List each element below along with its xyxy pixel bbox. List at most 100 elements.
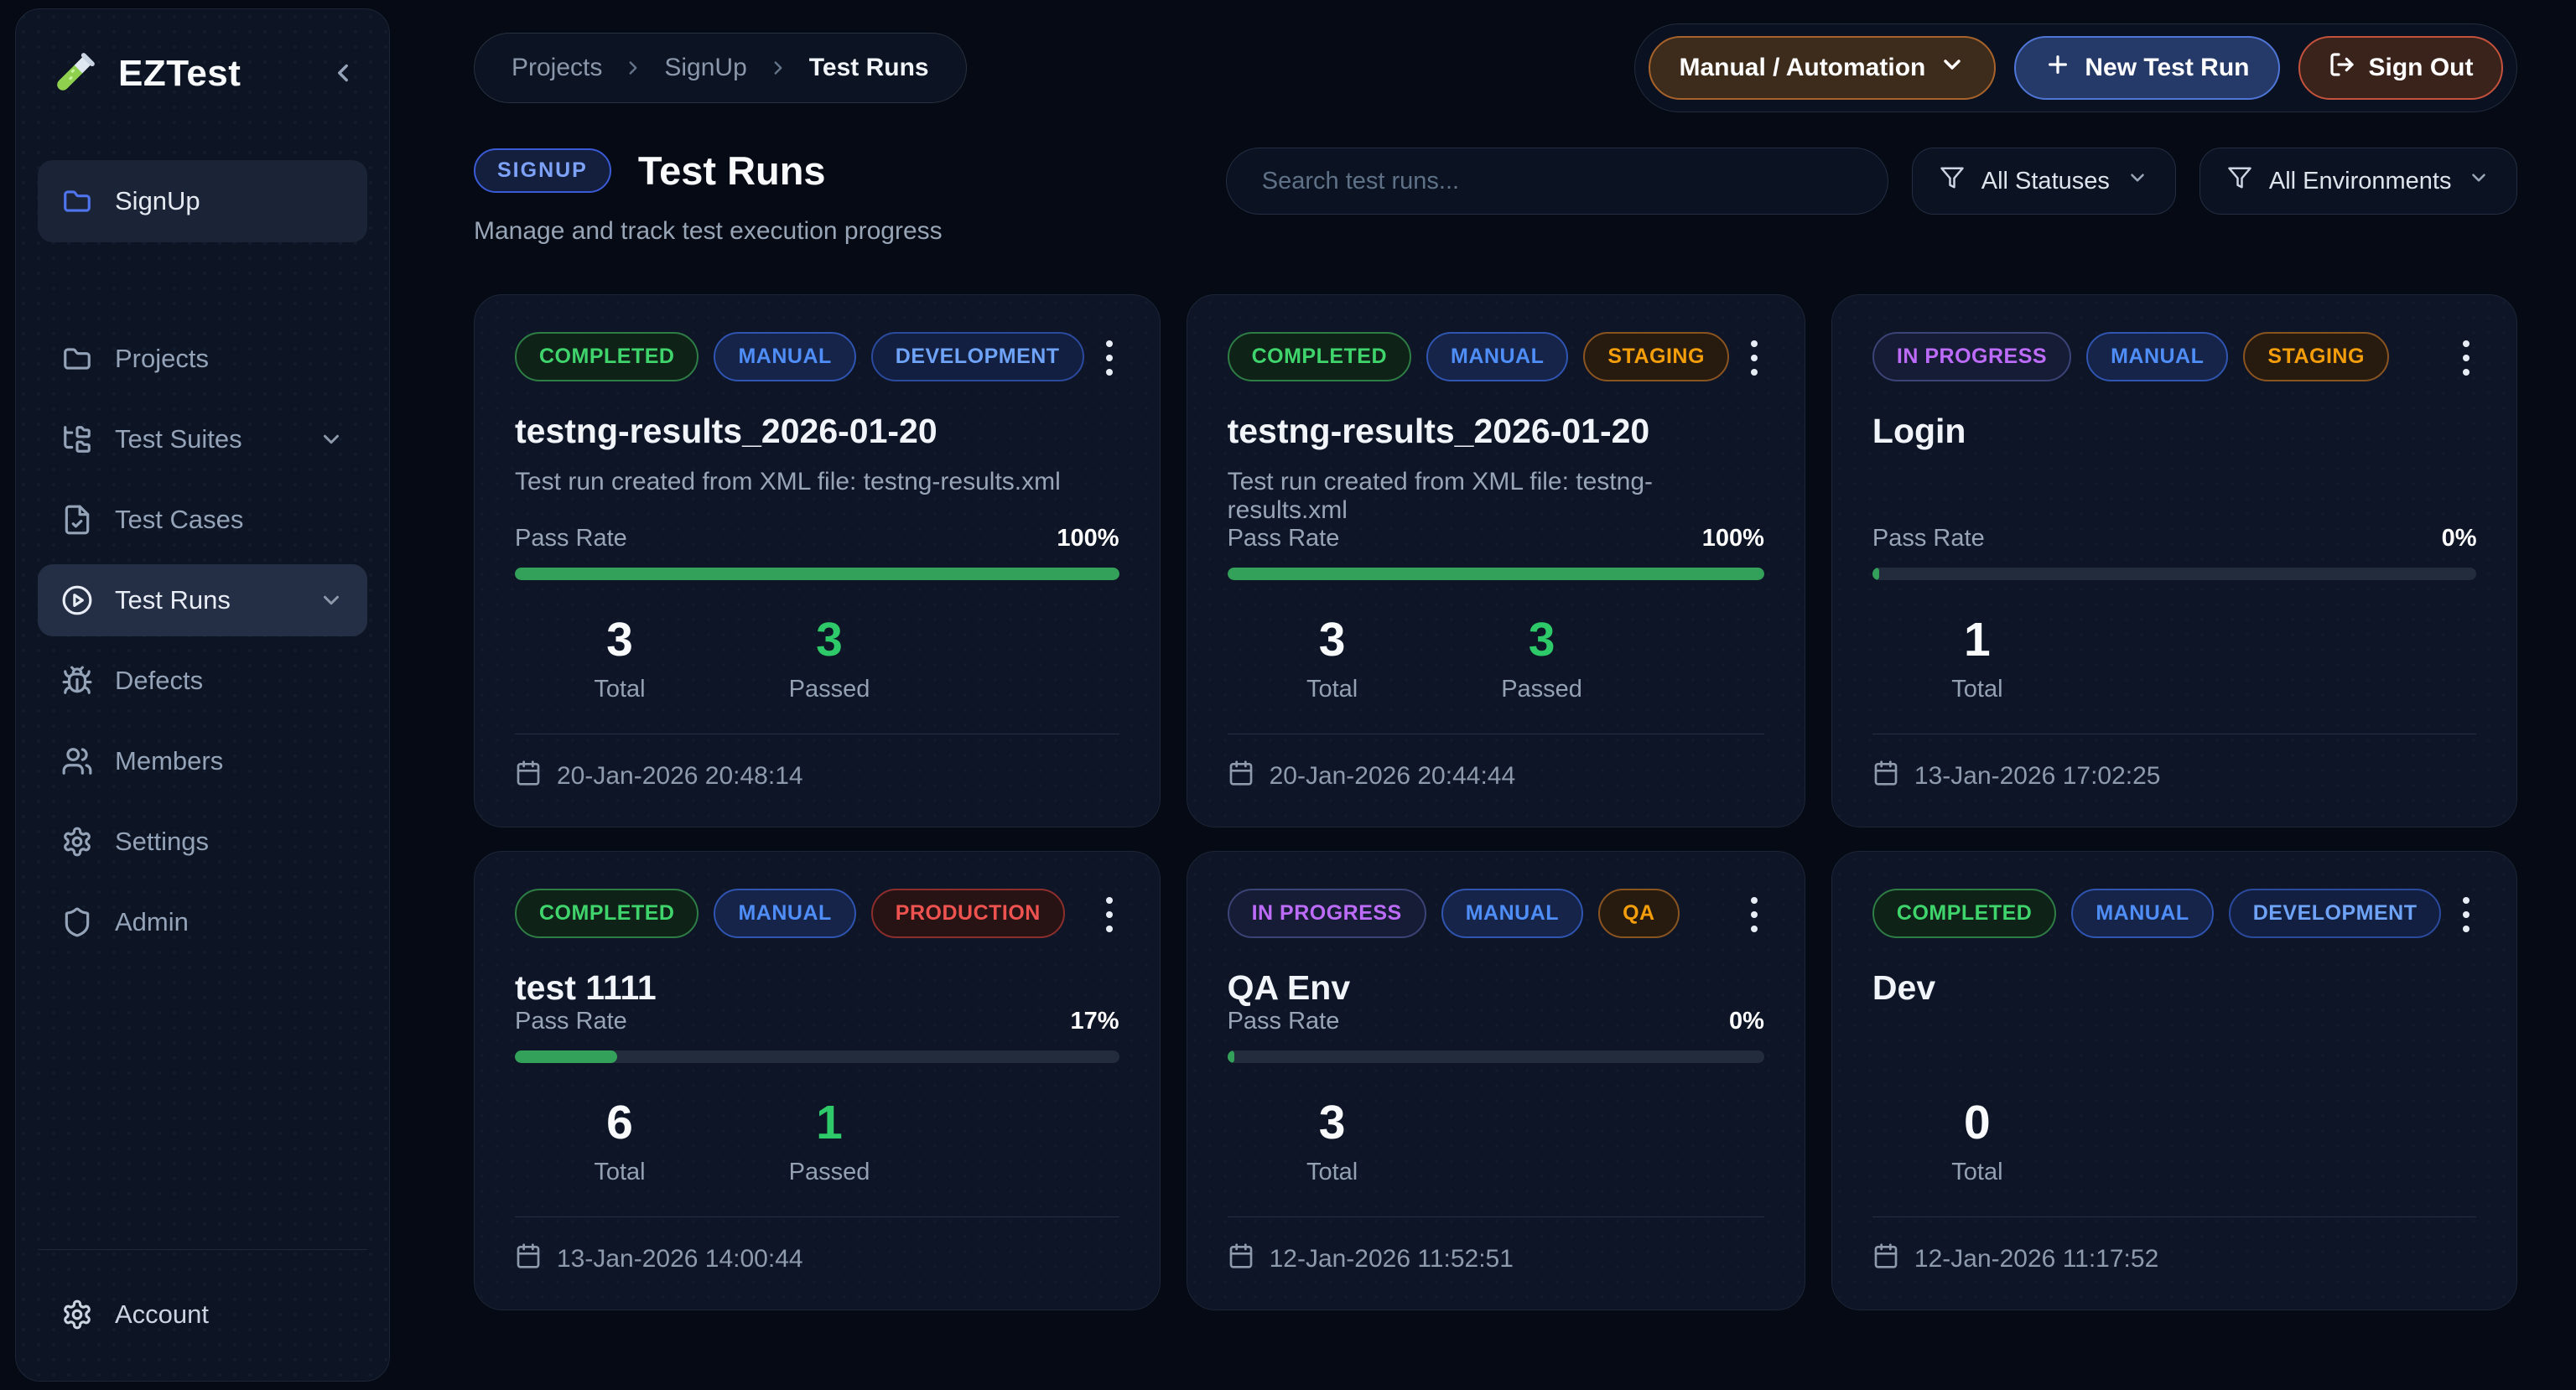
card-menu-button[interactable] (2456, 889, 2476, 932)
sidebar-item-signup[interactable]: SignUp (38, 160, 367, 242)
sidebar-item-test-suites[interactable]: Test Suites (38, 403, 367, 475)
test-run-cards-grid: COMPLETED MANUAL DEVELOPMENT testng-results… (474, 294, 2517, 1310)
calendar-icon (1228, 760, 1254, 793)
card-menu-button[interactable] (1744, 332, 1764, 376)
stat-value: 6 (515, 1095, 724, 1150)
environment-filter-dropdown[interactable]: All Environments (2199, 148, 2518, 215)
badge-staging: STAGING (1583, 332, 1729, 381)
sidebar-item-label: Test Runs (115, 585, 231, 615)
sidebar-item-label: Account (115, 1299, 209, 1330)
stat-label: Total (515, 1159, 724, 1186)
chevron-down-icon (319, 427, 344, 452)
stats-row: 3 Total3Passed (515, 612, 1119, 703)
test-run-card[interactable]: IN PROGRESSMANUALQAQA EnvPass Rate0%3Tot… (1187, 851, 1805, 1310)
stat-label: Total (515, 676, 724, 703)
pass-rate-progress-fill (515, 568, 1119, 580)
test-run-card[interactable]: COMPLETEDMANUALDEVELOPMENTDev0Total12-Ja… (1831, 851, 2518, 1310)
stat-value: 0 (1872, 1095, 2082, 1150)
card-menu-button[interactable] (1099, 889, 1119, 932)
breadcrumb: ProjectsSignUpTest Runs (474, 33, 967, 103)
test-run-title: Dev (1872, 968, 2477, 1008)
card-lower: Pass Rate100%3Total3Passed20-Jan-2026 20… (1228, 525, 1764, 793)
folder-icon (61, 185, 93, 217)
sidebar-item-test-runs[interactable]: Test Runs (38, 564, 367, 636)
stats-row: 0Total (1872, 1095, 2477, 1186)
card-date-row: 20-Jan-2026 20:44:44 (1228, 760, 1764, 793)
test-run-title: testng-results_2026-01-20 (515, 412, 1119, 451)
card-divider (515, 1216, 1119, 1217)
card-date-row: 12-Jan-2026 11:52:51 (1228, 1242, 1764, 1276)
sidebar-item-label: Admin (115, 907, 189, 937)
sidebar-collapse-button[interactable] (329, 59, 357, 90)
mode-selector-button[interactable]: Manual / Automation (1649, 36, 1996, 100)
badge-manual: MANUAL (714, 332, 855, 381)
stat-passed: 3Passed (724, 612, 934, 703)
sidebar-item-admin[interactable]: Admin (38, 886, 367, 958)
test-run-card[interactable]: COMPLETEDMANUALPRODUCTIONtest 1111Pass R… (474, 851, 1161, 1310)
card-menu-button[interactable] (1099, 332, 1119, 376)
pass-rate-value: 0% (1729, 1008, 1764, 1035)
test-run-title: QA Env (1228, 968, 1764, 1008)
sidebar-item-defects[interactable]: Defects (38, 645, 367, 717)
card-lower: Pass Rate0%1Total13-Jan-2026 17:02:25 (1872, 525, 2477, 793)
stat-total: 3Total (1228, 1095, 1437, 1186)
badge-development: DEVELOPMENT (2229, 889, 2442, 938)
pass-rate-progress-fill (1872, 568, 1879, 580)
card-date: 20-Jan-2026 20:48:14 (557, 762, 803, 791)
card-date-row: 13-Jan-2026 17:02:25 (1872, 760, 2477, 793)
chevron-right-icon (622, 57, 644, 79)
sidebar-item-account[interactable]: Account (38, 1278, 367, 1351)
test-run-card[interactable]: COMPLETEDMANUALSTAGINGtestng-results_202… (1187, 294, 1805, 827)
sidebar-item-projects[interactable]: Projects (38, 323, 367, 395)
sign-out-button[interactable]: Sign Out (2298, 36, 2504, 100)
badge-manual: MANUAL (714, 889, 855, 938)
card-date-row: 13-Jan-2026 14:00:44 (515, 1242, 1119, 1276)
test-run-card[interactable]: IN PROGRESSMANUALSTAGINGLoginPass Rate0%… (1831, 294, 2518, 827)
file-check-icon (61, 504, 93, 536)
badge-development: DEVELOPMENT (871, 332, 1084, 381)
sidebar-item-members[interactable]: Members (38, 725, 367, 797)
pass-rate-label: Pass Rate (515, 525, 627, 552)
pass-rate-label: Pass Rate (1872, 525, 1985, 552)
card-menu-button[interactable] (2456, 332, 2476, 376)
chevron-down-icon (319, 588, 344, 613)
new-test-run-button[interactable]: New Test Run (2014, 36, 2279, 100)
pass-rate-progressbar (515, 1050, 1119, 1063)
sidebar-item-settings[interactable]: Settings (38, 806, 367, 878)
stat-label: Total (1228, 676, 1437, 703)
page-header: SIGNUP Test Runs Manage and track test e… (474, 148, 2517, 246)
test-run-card[interactable]: COMPLETEDMANUALDEVELOPMENTtestng-results… (474, 294, 1161, 827)
stat-value: 3 (1228, 612, 1437, 667)
stat-value: 3 (515, 612, 724, 667)
stat-passed: 1Passed (724, 1095, 934, 1186)
status-filter-dropdown[interactable]: All Statuses (1912, 148, 2176, 215)
badge-in-progress: IN PROGRESS (1872, 332, 2071, 381)
breadcrumb-item-projects[interactable]: Projects (512, 54, 602, 82)
card-date: 13-Jan-2026 14:00:44 (557, 1245, 803, 1273)
breadcrumb-item-signup[interactable]: SignUp (664, 54, 746, 82)
logout-icon (2329, 51, 2355, 85)
pass-rate-progressbar (1228, 1050, 1764, 1063)
stat-label: Passed (724, 676, 934, 703)
search-input[interactable] (1226, 148, 1888, 215)
sidebar-item-test-cases[interactable]: Test Cases (38, 484, 367, 556)
stats-row: 1Total (1872, 612, 2477, 703)
badge-completed: COMPLETED (1872, 889, 2056, 938)
sidebar-item-label: Members (115, 746, 223, 776)
badge-staging: STAGING (2243, 332, 2389, 381)
chevron-left-icon (329, 59, 357, 90)
calendar-icon (1872, 760, 1899, 793)
card-menu-button[interactable] (1744, 889, 1764, 932)
card-lower: Pass Rate0%3Total12-Jan-2026 11:52:51 (1228, 1008, 1764, 1276)
funnel-icon (1940, 165, 1965, 197)
topbar: ProjectsSignUpTest Runs Manual / Automat… (474, 23, 2517, 112)
new-test-run-label: New Test Run (2085, 54, 2249, 82)
page-subtitle: Manage and track test execution progress (474, 217, 943, 246)
folder-tree-icon (61, 423, 93, 455)
calendar-icon (515, 760, 542, 793)
card-lower: 0Total12-Jan-2026 11:17:52 (1872, 1063, 2477, 1276)
pass-rate-row: Pass Rate17% (515, 1008, 1119, 1035)
badge-production: PRODUCTION (871, 889, 1065, 938)
plus-icon (2044, 51, 2071, 85)
project-badge: SIGNUP (474, 148, 611, 193)
